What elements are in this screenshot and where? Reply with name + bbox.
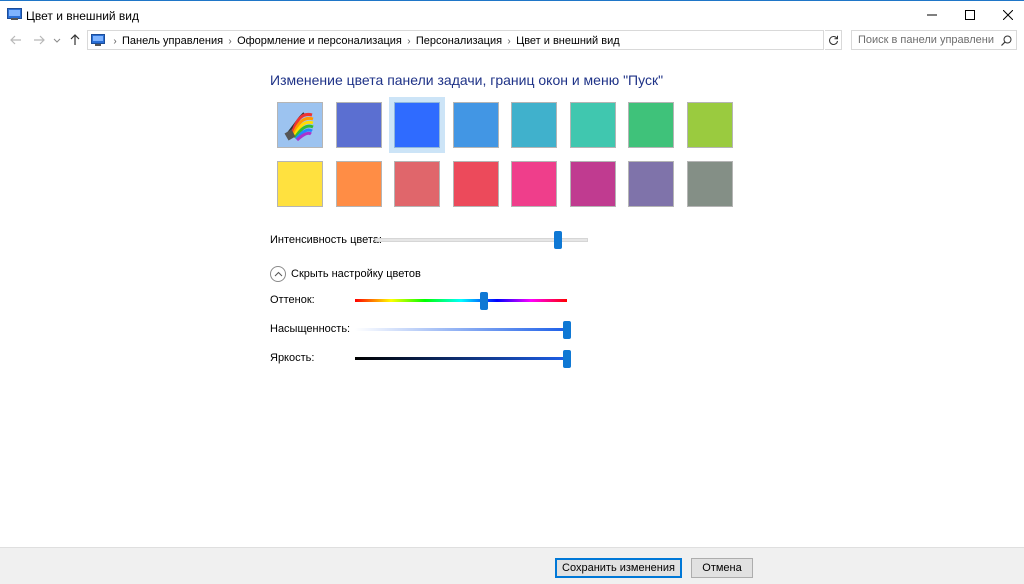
hue-label: Оттенок: [270,294,315,306]
page-title: Изменение цвета панели задачи, границ ок… [270,72,664,88]
color-swatch-fill [335,161,382,207]
color-swatch[interactable] [623,97,679,153]
intensity-label: Интенсивность цвета: [270,234,382,246]
color-swatch[interactable] [506,156,562,212]
color-swatch[interactable] [331,156,387,212]
address-bar[interactable]: › Панель управления › Оформление и персо… [87,30,907,50]
intensity-slider-thumb[interactable] [554,231,563,249]
color-swatch-fill [686,161,733,207]
hide-color-mixer-toggle[interactable]: Скрыть настройку цветов [270,266,421,282]
color-swatch-fill [394,161,440,207]
color-swatch-fill [511,102,557,148]
color-swatch-fill [335,102,382,148]
color-swatch[interactable] [389,156,445,212]
color-swatch-fill [628,161,674,207]
saturation-slider-track[interactable] [355,328,567,331]
color-swatch-fill [277,161,323,207]
hue-slider-track[interactable] [355,299,567,302]
color-swatch-fill [569,161,616,207]
chevron-down-icon [53,38,61,43]
breadcrumb-color-appearance[interactable]: Цвет и внешний вид [516,35,620,47]
breadcrumb-control-panel[interactable]: Панель управления [122,35,223,47]
breadcrumb-appearance[interactable]: Оформление и персонализация [237,35,402,47]
window: Цвет и внешний вид › Панель управления ›… [0,0,1024,584]
chevron-up-icon [270,266,286,282]
color-swatch[interactable] [272,97,328,153]
color-swatch[interactable] [565,97,621,153]
footer-bar: Сохранить изменения Отмена [0,547,1024,584]
color-swatch-fill [686,102,733,148]
window-title: Цвет и внешний вид [26,9,140,23]
color-swatch-fill [628,102,674,148]
color-swatch[interactable] [682,156,738,212]
color-swatch[interactable] [506,97,562,153]
color-swatch[interactable] [565,156,621,212]
minimize-icon [927,14,937,15]
close-icon [1003,9,1013,20]
color-swatch[interactable] [448,97,504,153]
save-changes-button[interactable]: Сохранить изменения [555,558,682,578]
saturation-label: Насыщенность: [270,323,351,335]
color-swatch[interactable] [272,156,328,212]
breadcrumb-separator-icon[interactable]: › [402,36,416,47]
control-panel-icon [91,34,105,46]
saturation-slider-thumb[interactable] [563,321,571,339]
breadcrumb: › Панель управления › Оформление и персо… [108,33,620,49]
up-button[interactable] [67,32,83,48]
hide-color-mixer-label: Скрыть настройку цветов [291,268,421,280]
color-swatch-fill [452,102,499,148]
refresh-button[interactable] [825,30,842,50]
brightness-slider-track[interactable] [355,357,567,360]
color-swatch-fill [452,161,499,207]
hue-slider-thumb[interactable] [480,292,489,310]
navigation-bar: › Панель управления › Оформление и персо… [0,29,1024,51]
color-swatch[interactable] [331,97,387,153]
breadcrumb-personalization[interactable]: Персонализация [416,35,502,47]
color-swatch[interactable] [682,97,738,153]
breadcrumb-separator-icon[interactable]: › [223,36,237,47]
color-palette-icon [284,112,314,142]
control-panel-icon [7,8,22,20]
arrow-left-icon [10,35,21,45]
refresh-icon [828,35,838,45]
cancel-button[interactable]: Отмена [691,558,753,578]
color-swatch-fill [511,161,557,207]
brightness-slider-thumb[interactable] [563,350,571,368]
breadcrumb-separator-icon[interactable]: › [108,36,122,47]
color-swatch[interactable] [389,97,445,153]
close-button[interactable] [985,1,1024,28]
title-bar: Цвет и внешний вид [0,1,1024,29]
arrow-up-icon [70,34,80,45]
search-icon[interactable] [1001,35,1012,46]
color-swatch-fill [394,102,440,148]
color-swatch[interactable] [623,156,679,212]
arrow-right-icon [34,35,45,45]
back-button[interactable] [8,32,24,48]
recent-locations-button[interactable] [52,32,62,48]
search-box[interactable] [851,30,1017,50]
color-swatch-fill [277,102,323,148]
color-swatch-fill [569,102,616,148]
forward-button[interactable] [31,32,47,48]
brightness-label: Яркость: [270,352,315,364]
color-swatch[interactable] [448,156,504,212]
breadcrumb-separator-icon[interactable]: › [502,36,516,47]
maximize-icon [965,9,975,20]
search-input[interactable] [858,33,994,47]
